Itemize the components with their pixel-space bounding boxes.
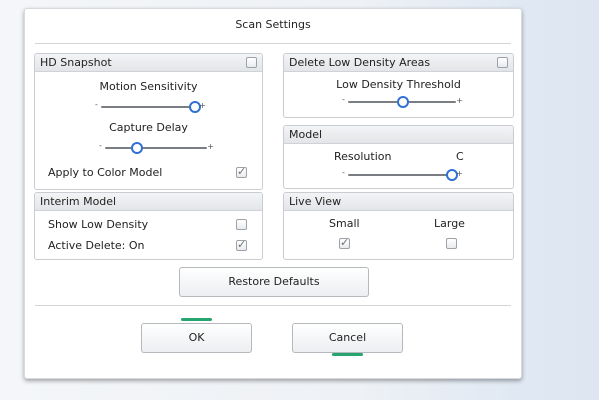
slider-track [101,106,199,108]
hd-snapshot-group: HD Snapshot Motion Sensitivity - + Captu… [34,53,263,190]
live-view-header: Live View [284,193,513,211]
active-delete-checkbox[interactable] [236,238,247,251]
cancel-button[interactable]: Cancel [292,323,403,353]
model-group: Model Resolution C - + [283,125,514,189]
live-view-title: Live View [289,195,342,208]
slider-plus-icon: + [456,96,463,105]
slider-minus-icon: - [342,95,345,104]
restore-defaults-button[interactable]: Restore Defaults [179,267,369,297]
apply-to-color-model-checkbox[interactable] [236,165,247,178]
hd-snapshot-title: HD Snapshot [40,56,112,69]
title-divider [35,43,511,44]
motion-sensitivity-label: Motion Sensitivity [99,80,198,93]
motion-sensitivity-slider[interactable]: - + [95,100,206,113]
interim-model-header: Interim Model [35,193,262,211]
ok-focus-indicator [181,318,212,321]
slider-plus-icon: + [199,101,206,110]
live-view-large-checkbox[interactable] [446,238,457,249]
slider-handle[interactable] [130,142,143,154]
interim-model-title: Interim Model [40,195,117,208]
show-low-density-checkbox[interactable] [236,219,247,230]
capture-delay-label: Capture Delay [109,121,188,134]
slider-minus-icon: - [95,100,98,109]
delete-low-density-title: Delete Low Density Areas [289,56,431,69]
live-view-large-label: Large [434,217,465,230]
slider-handle[interactable] [397,96,409,108]
hd-snapshot-header: HD Snapshot [35,54,262,72]
dialog-title: Scan Settings [235,18,311,31]
slider-plus-icon: + [207,142,214,151]
slider-minus-icon: - [99,141,102,150]
interim-model-group: Interim Model Show Low Density Active De… [34,192,263,260]
slider-plus-icon: + [456,169,463,178]
apply-to-color-model-label: Apply to Color Model [48,166,163,179]
slider-track [348,174,456,176]
cancel-focus-indicator [332,353,363,356]
resolution-value: C [456,150,464,163]
delete-low-density-checkbox-box[interactable] [497,57,508,68]
delete-low-density-group: Delete Low Density Areas Low Density Thr… [283,53,514,118]
scan-settings-dialog: Scan Settings HD Snapshot Motion Sensiti… [24,8,522,379]
delete-low-density-checkbox[interactable] [497,56,508,73]
live-view-small-checkbox[interactable] [339,236,350,249]
model-title: Model [289,128,323,141]
low-density-threshold-slider[interactable]: - + [342,95,463,108]
capture-delay-slider[interactable]: - + [99,141,214,154]
low-density-threshold-label: Low Density Threshold [336,78,461,91]
slider-minus-icon: - [342,168,345,177]
hd-snapshot-checkbox[interactable] [246,56,257,73]
model-header: Model [284,126,513,144]
active-delete-label: Active Delete: On [48,239,145,252]
resolution-label: Resolution [334,150,392,163]
ok-button[interactable]: OK [141,323,252,353]
show-low-density-label: Show Low Density [48,218,149,231]
hd-snapshot-checkbox-box[interactable] [246,57,257,68]
delete-low-density-header: Delete Low Density Areas [284,54,513,72]
live-view-small-label: Small [329,217,360,230]
slider-track [105,147,207,149]
button-divider [35,305,511,306]
live-view-group: Live View Small Large [283,192,514,260]
resolution-slider[interactable]: - + [342,168,463,181]
